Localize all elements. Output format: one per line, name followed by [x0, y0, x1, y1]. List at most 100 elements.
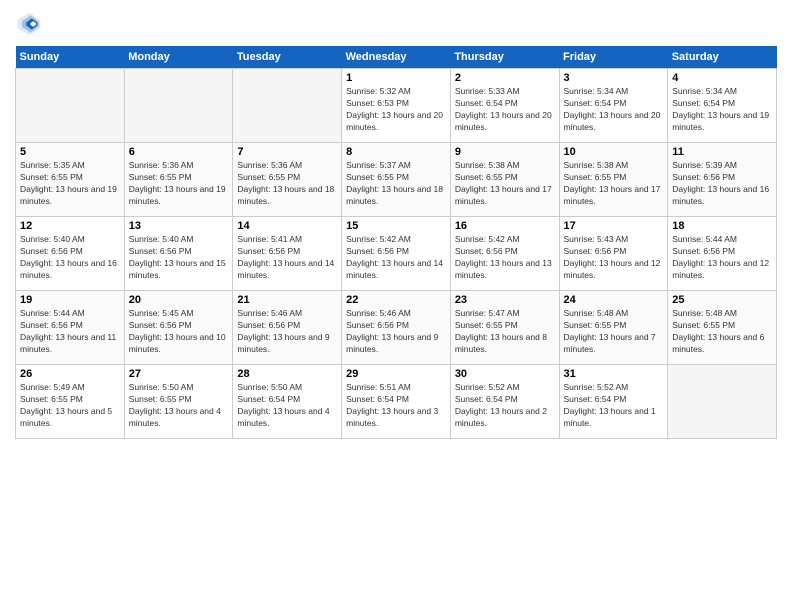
calendar-cell: 27 Sunrise: 5:50 AMSunset: 6:55 PMDayligh…: [124, 365, 233, 439]
calendar-cell: 22 Sunrise: 5:46 AMSunset: 6:56 PMDayligh…: [342, 291, 451, 365]
day-info: Sunrise: 5:41 AMSunset: 6:56 PMDaylight:…: [237, 234, 337, 282]
day-number: 21: [237, 294, 337, 306]
day-info: Sunrise: 5:32 AMSunset: 6:53 PMDaylight:…: [346, 86, 446, 134]
day-number: 29: [346, 368, 446, 380]
calendar-cell: 3 Sunrise: 5:34 AMSunset: 6:54 PMDaylight…: [559, 69, 668, 143]
day-info: Sunrise: 5:52 AMSunset: 6:54 PMDaylight:…: [564, 382, 664, 430]
day-number: 4: [672, 72, 772, 84]
weekday-tuesday: Tuesday: [233, 46, 342, 69]
logo-icon: [15, 10, 43, 38]
calendar-cell: 17Sunrise: 5:43 AMSunset: 6:56 PMDayligh…: [559, 217, 668, 291]
day-number: 6: [129, 146, 229, 158]
calendar-cell: 10Sunrise: 5:38 AMSunset: 6:55 PMDayligh…: [559, 143, 668, 217]
day-number: 18: [672, 220, 772, 232]
calendar-cell: 7Sunrise: 5:36 AMSunset: 6:55 PMDaylight…: [233, 143, 342, 217]
day-info: Sunrise: 5:38 AMSunset: 6:55 PMDaylight:…: [455, 160, 555, 208]
day-info: Sunrise: 5:33 AMSunset: 6:54 PMDaylight:…: [455, 86, 555, 134]
day-number: 16: [455, 220, 555, 232]
day-number: 30: [455, 368, 555, 380]
weekday-sunday: Sunday: [16, 46, 125, 69]
day-info: Sunrise: 5:34 AMSunset: 6:54 PMDaylight:…: [564, 86, 664, 134]
calendar-cell: 1 Sunrise: 5:32 AMSunset: 6:53 PMDaylight…: [342, 69, 451, 143]
day-number: 7: [237, 146, 337, 158]
day-number: 26: [20, 368, 120, 380]
day-info: Sunrise: 5:39 AMSunset: 6:56 PMDaylight:…: [672, 160, 772, 208]
week-row-1: 1 Sunrise: 5:32 AMSunset: 6:53 PMDaylight…: [16, 69, 777, 143]
calendar-cell: 2Sunrise: 5:33 AMSunset: 6:54 PMDaylight…: [450, 69, 559, 143]
day-number: 28: [237, 368, 337, 380]
calendar-cell: 25 Sunrise: 5:48 AMSunset: 6:55 PMDayligh…: [668, 291, 777, 365]
day-info: Sunrise: 5:44 AMSunset: 6:56 PMDaylight:…: [672, 234, 772, 282]
day-number: 11: [672, 146, 772, 158]
calendar-cell: 9 Sunrise: 5:38 AMSunset: 6:55 PMDaylight…: [450, 143, 559, 217]
calendar-cell: 16 Sunrise: 5:42 AMSunset: 6:56 PMDayligh…: [450, 217, 559, 291]
weekday-monday: Monday: [124, 46, 233, 69]
calendar-cell: [124, 69, 233, 143]
week-row-2: 5Sunrise: 5:35 AMSunset: 6:55 PMDaylight…: [16, 143, 777, 217]
calendar-cell: 4Sunrise: 5:34 AMSunset: 6:54 PMDaylight…: [668, 69, 777, 143]
day-number: 13: [129, 220, 229, 232]
day-number: 19: [20, 294, 120, 306]
day-info: Sunrise: 5:40 AMSunset: 6:56 PMDaylight:…: [129, 234, 229, 282]
day-number: 8: [346, 146, 446, 158]
calendar-cell: 6 Sunrise: 5:36 AMSunset: 6:55 PMDaylight…: [124, 143, 233, 217]
day-number: 12: [20, 220, 120, 232]
calendar-cell: 31 Sunrise: 5:52 AMSunset: 6:54 PMDayligh…: [559, 365, 668, 439]
calendar-cell: 30 Sunrise: 5:52 AMSunset: 6:54 PMDayligh…: [450, 365, 559, 439]
day-number: 22: [346, 294, 446, 306]
calendar-cell: 11 Sunrise: 5:39 AMSunset: 6:56 PMDayligh…: [668, 143, 777, 217]
calendar-cell: 8 Sunrise: 5:37 AMSunset: 6:55 PMDaylight…: [342, 143, 451, 217]
calendar-cell: 19 Sunrise: 5:44 AMSunset: 6:56 PMDayligh…: [16, 291, 125, 365]
weekday-friday: Friday: [559, 46, 668, 69]
calendar-cell: 23 Sunrise: 5:47 AMSunset: 6:55 PMDayligh…: [450, 291, 559, 365]
day-info: Sunrise: 5:44 AMSunset: 6:56 PMDaylight:…: [20, 308, 120, 356]
day-info: Sunrise: 5:46 AMSunset: 6:56 PMDaylight:…: [237, 308, 337, 356]
calendar-cell: 18 Sunrise: 5:44 AMSunset: 6:56 PMDayligh…: [668, 217, 777, 291]
day-info: Sunrise: 5:42 AMSunset: 6:56 PMDaylight:…: [455, 234, 555, 282]
calendar-cell: 28 Sunrise: 5:50 AMSunset: 6:54 PMDayligh…: [233, 365, 342, 439]
day-number: 31: [564, 368, 664, 380]
day-info: Sunrise: 5:51 AMSunset: 6:54 PMDaylight:…: [346, 382, 446, 430]
calendar-cell: 24Sunrise: 5:48 AMSunset: 6:55 PMDayligh…: [559, 291, 668, 365]
calendar-cell: [233, 69, 342, 143]
weekday-wednesday: Wednesday: [342, 46, 451, 69]
day-info: Sunrise: 5:46 AMSunset: 6:56 PMDaylight:…: [346, 308, 446, 356]
calendar-cell: [668, 365, 777, 439]
day-info: Sunrise: 5:50 AMSunset: 6:55 PMDaylight:…: [129, 382, 229, 430]
calendar-cell: 21 Sunrise: 5:46 AMSunset: 6:56 PMDayligh…: [233, 291, 342, 365]
day-number: 25: [672, 294, 772, 306]
day-info: Sunrise: 5:48 AMSunset: 6:55 PMDaylight:…: [564, 308, 664, 356]
day-number: 1: [346, 72, 446, 84]
day-number: 17: [564, 220, 664, 232]
day-info: Sunrise: 5:37 AMSunset: 6:55 PMDaylight:…: [346, 160, 446, 208]
calendar-cell: 15Sunrise: 5:42 AMSunset: 6:56 PMDayligh…: [342, 217, 451, 291]
day-info: Sunrise: 5:48 AMSunset: 6:55 PMDaylight:…: [672, 308, 772, 356]
day-info: Sunrise: 5:47 AMSunset: 6:55 PMDaylight:…: [455, 308, 555, 356]
day-info: Sunrise: 5:38 AMSunset: 6:55 PMDaylight:…: [564, 160, 664, 208]
calendar-cell: 29 Sunrise: 5:51 AMSunset: 6:54 PMDayligh…: [342, 365, 451, 439]
header: [15, 10, 777, 38]
calendar-cell: 13 Sunrise: 5:40 AMSunset: 6:56 PMDayligh…: [124, 217, 233, 291]
day-number: 3: [564, 72, 664, 84]
day-info: Sunrise: 5:36 AMSunset: 6:55 PMDaylight:…: [129, 160, 229, 208]
week-row-5: 26 Sunrise: 5:49 AMSunset: 6:55 PMDayligh…: [16, 365, 777, 439]
day-number: 23: [455, 294, 555, 306]
day-info: Sunrise: 5:52 AMSunset: 6:54 PMDaylight:…: [455, 382, 555, 430]
weekday-header-row: SundayMondayTuesdayWednesdayThursdayFrid…: [16, 46, 777, 69]
day-info: Sunrise: 5:49 AMSunset: 6:55 PMDaylight:…: [20, 382, 120, 430]
day-info: Sunrise: 5:50 AMSunset: 6:54 PMDaylight:…: [237, 382, 337, 430]
calendar-table: SundayMondayTuesdayWednesdayThursdayFrid…: [15, 46, 777, 439]
week-row-4: 19 Sunrise: 5:44 AMSunset: 6:56 PMDayligh…: [16, 291, 777, 365]
page: SundayMondayTuesdayWednesdayThursdayFrid…: [0, 0, 792, 612]
day-number: 20: [129, 294, 229, 306]
day-number: 14: [237, 220, 337, 232]
calendar-cell: 20Sunrise: 5:45 AMSunset: 6:56 PMDayligh…: [124, 291, 233, 365]
day-number: 15: [346, 220, 446, 232]
day-number: 5: [20, 146, 120, 158]
day-number: 9: [455, 146, 555, 158]
day-number: 27: [129, 368, 229, 380]
calendar-cell: 12Sunrise: 5:40 AMSunset: 6:56 PMDayligh…: [16, 217, 125, 291]
weekday-saturday: Saturday: [668, 46, 777, 69]
weekday-thursday: Thursday: [450, 46, 559, 69]
week-row-3: 12 Sunrise: 5:40 AMSunset: 6:56 PMDayligh…: [16, 217, 777, 291]
